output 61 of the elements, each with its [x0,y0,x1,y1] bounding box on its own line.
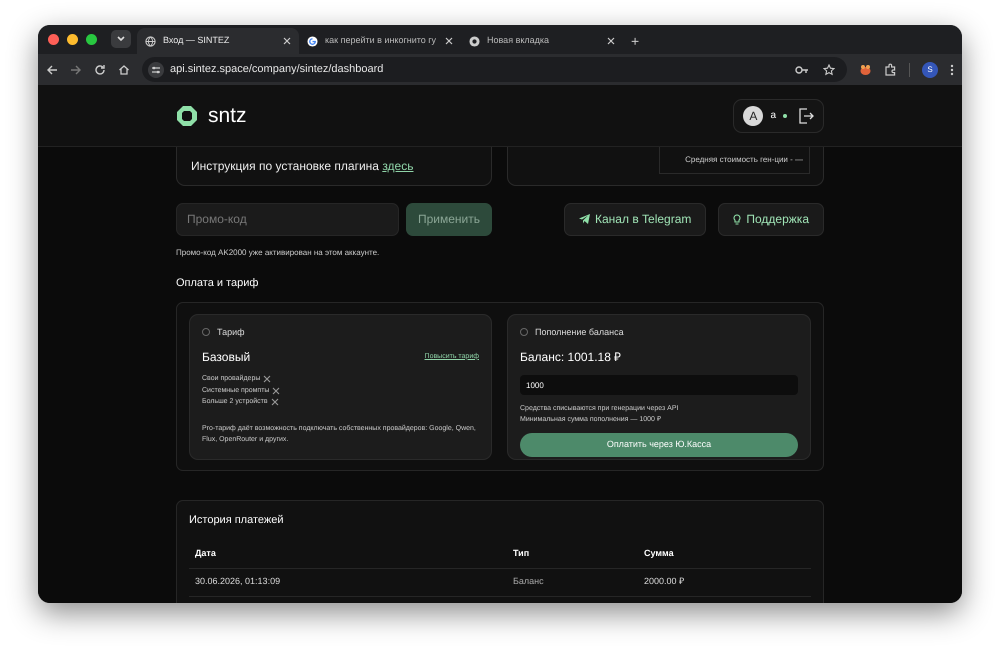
tab-title: как перейти в инкогнито гу [325,34,438,48]
support-button[interactable]: Поддержка [718,202,824,236]
key-icon[interactable] [795,64,809,74]
back-icon[interactable] [46,64,58,76]
logo-text: sntz [208,102,247,129]
card-heading: Пополнение баланса [535,326,624,338]
close-icon[interactable] [607,37,615,45]
close-icon[interactable] [445,37,453,45]
plan-name: Базовый [202,349,250,366]
forward-icon[interactable] [70,64,82,76]
panel-title: История платежей [189,512,284,528]
chevron-down-icon [117,36,125,42]
tab-title: Вход — SINTEZ [163,34,230,48]
globe-icon [145,36,156,46]
extension-icon[interactable] [859,64,872,76]
google-icon [307,36,318,46]
promo-status-text: Промо-код AK2000 уже активирован на этом аккаунте. [176,247,380,259]
chrome-icon [469,36,480,46]
user-name: a [770,109,776,123]
home-icon[interactable] [118,64,130,76]
lightbulb-icon [733,214,742,224]
balance-text: Баланс: 1001.18 ₽ [520,349,622,366]
close-icon[interactable] [283,37,291,45]
browser-tab[interactable]: Вход — SINTEZ [137,28,299,54]
browser-tab[interactable]: Новая вкладка [461,28,623,54]
url-text: api.sintez.space/company/sintez/dashboard [170,62,384,78]
amount-field[interactable]: 1000 [520,375,798,395]
topup-icon [520,328,528,336]
logout-icon[interactable] [798,108,814,124]
close-window-button[interactable] [48,34,59,45]
plan-icon [202,328,210,336]
pay-button[interactable]: Оплатить через Ю.Касса [520,433,798,457]
tab-list-button[interactable] [111,30,131,48]
table-cell: 2000.00 ₽ [638,568,811,596]
column-header: Сумма [638,540,811,568]
bookmark-star-icon[interactable] [823,64,835,76]
promo-code-field[interactable]: Промо-код [176,202,399,236]
reload-icon[interactable] [94,64,106,76]
send-icon [579,214,590,224]
user-avatar[interactable]: A [743,106,764,126]
browser-tab[interactable]: как перейти в инкогнито гу [299,28,461,54]
profile-avatar[interactable]: S [922,62,938,78]
card-heading: Тариф [217,326,245,339]
zoom-window-button[interactable] [86,34,97,45]
new-tab-button[interactable]: + [623,28,648,54]
address-bar[interactable]: api.sintez.space/company/sintez/dashboard [142,57,847,82]
tab-title: Новая вкладка [487,34,550,48]
site-settings-icon[interactable] [148,62,164,78]
average-cost-text: Средняя стоимость ген-ции - — [685,154,803,166]
column-header: Тип [507,540,638,568]
puzzle-icon[interactable] [884,63,897,76]
plugin-instruction-text: Инструкция по установке плагина здесь [191,158,414,175]
column-header: Дата [189,540,507,568]
telegram-button[interactable]: Канал в Telegram [564,202,706,236]
menu-icon[interactable] [950,64,954,76]
install-link[interactable]: здесь [382,159,414,173]
table-cell: 30.06.2026, 01:13:09 [189,568,507,596]
table-cell: Баланс [507,568,638,596]
section-title: Оплата и тариф [176,276,260,291]
logo-icon [176,104,198,126]
minimize-window-button[interactable] [67,34,78,45]
